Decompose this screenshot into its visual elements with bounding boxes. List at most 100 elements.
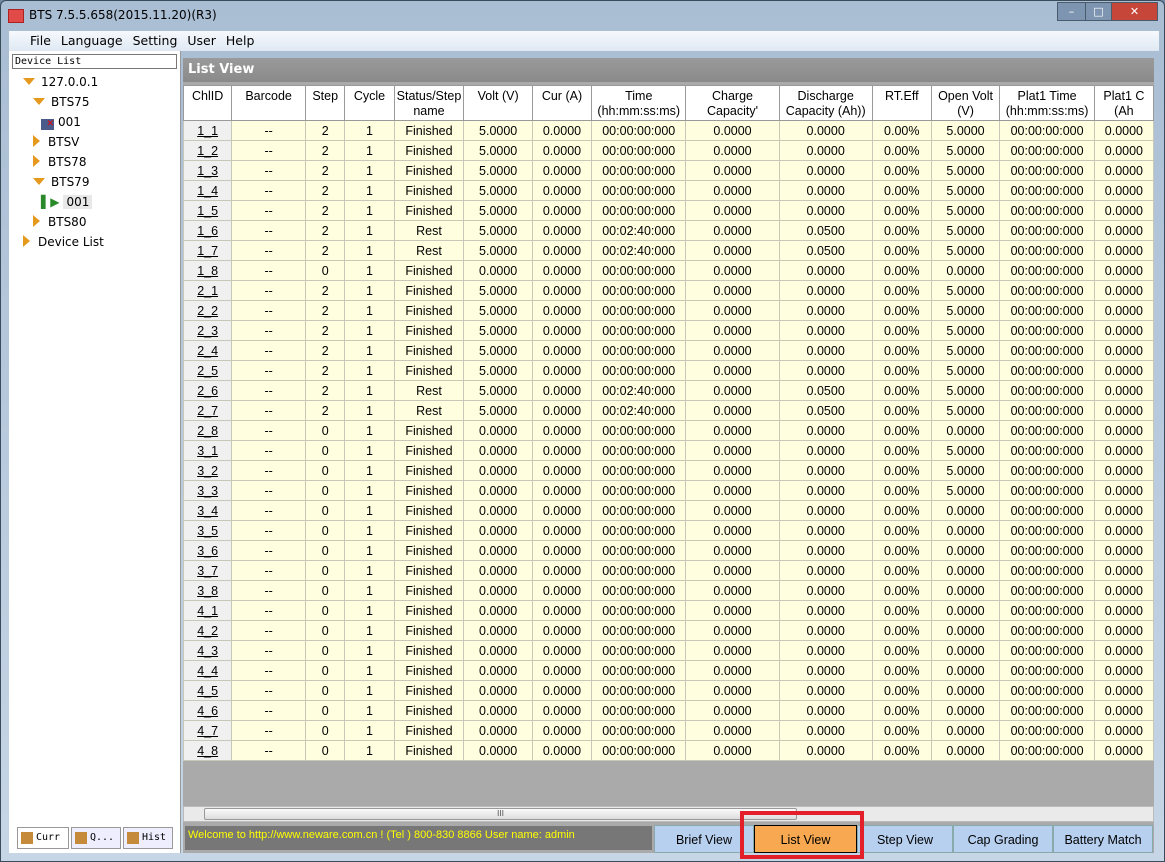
menu-help[interactable]: Help (221, 31, 260, 51)
table-row[interactable]: 2_4 -- 2 1 Finished 5.0000 0.0000 00:00:00:000 0… (183, 340, 1154, 361)
scrollbar-thumb[interactable]: III (204, 808, 797, 820)
table-row[interactable]: 2_3 -- 2 1 Finished 5.0000 0.0000 00:00:00:000 0… (183, 320, 1154, 341)
table-row[interactable]: 4_6 -- 0 1 Finished 0.0000 0.0000 00:00:00:000 0… (183, 700, 1154, 721)
tab-hist[interactable]: Hist (123, 827, 173, 849)
table-row[interactable]: 2_6 -- 2 1 Rest 5.0000 0.0000 00:02:40:000 0.000… (183, 380, 1154, 401)
channel-id-cell[interactable]: 3_1 (183, 440, 233, 461)
channel-id-cell[interactable]: 4_4 (183, 660, 233, 681)
tree-node[interactable]: BTS79 (33, 172, 89, 192)
column-header[interactable]: Cur (A) (531, 85, 593, 121)
channel-id-cell[interactable]: 3_8 (183, 580, 233, 601)
menu-file[interactable]: File (25, 31, 56, 51)
tree-node[interactable]: BTS80 (33, 212, 86, 232)
table-row[interactable]: 4_5 -- 0 1 Finished 0.0000 0.0000 00:00:00:000 0… (183, 680, 1154, 701)
tree-node[interactable]: BTS75 (33, 92, 89, 112)
tab-curr[interactable]: Curr (17, 827, 69, 849)
table-row[interactable]: 4_2 -- 0 1 Finished 0.0000 0.0000 00:00:00:000 0… (183, 620, 1154, 641)
column-header[interactable]: Plat1 C (Ah (1093, 85, 1154, 121)
table-row[interactable]: 1_2 -- 2 1 Finished 5.0000 0.0000 00:00:00:000 0… (183, 140, 1154, 161)
table-row[interactable]: 4_8 -- 0 1 Finished 0.0000 0.0000 00:00:00:000 0… (183, 740, 1154, 761)
tree-node[interactable]: 127.0.0.1 (23, 72, 98, 92)
brief-view-button[interactable]: Brief View (654, 825, 754, 853)
column-header[interactable]: Charge Capacity' (685, 85, 780, 121)
channel-id-cell[interactable]: 3_4 (183, 500, 233, 521)
channel-id-cell[interactable]: 3_7 (183, 560, 233, 581)
channel-id-cell[interactable]: 3_5 (183, 520, 233, 541)
battery-match-button[interactable]: Battery Match (1053, 825, 1153, 853)
table-row[interactable]: 3_2 -- 0 1 Finished 0.0000 0.0000 00:00:00:000 0… (183, 460, 1154, 481)
channel-id-cell[interactable]: 2_6 (183, 380, 233, 401)
step-view-button[interactable]: Step View (857, 825, 953, 853)
channel-id-cell[interactable]: 2_1 (183, 280, 233, 301)
menu-user[interactable]: User (182, 31, 221, 51)
table-row[interactable]: 4_1 -- 0 1 Finished 0.0000 0.0000 00:00:00:000 0… (183, 600, 1154, 621)
channel-id-cell[interactable]: 2_7 (183, 400, 233, 421)
channel-id-cell[interactable]: 2_8 (183, 420, 233, 441)
channel-id-cell[interactable]: 1_6 (183, 220, 233, 241)
channel-id-cell[interactable]: 4_2 (183, 620, 233, 641)
table-row[interactable]: 3_3 -- 0 1 Finished 0.0000 0.0000 00:00:00:000 0… (183, 480, 1154, 501)
table-row[interactable]: 1_8 -- 0 1 Finished 0.0000 0.0000 00:00:00:000 0… (183, 260, 1154, 281)
column-header[interactable]: Barcode (231, 85, 306, 121)
table-row[interactable]: 1_3 -- 2 1 Finished 5.0000 0.0000 00:00:00:000 0… (183, 160, 1154, 181)
table-row[interactable]: 4_7 -- 0 1 Finished 0.0000 0.0000 00:00:00:000 0… (183, 720, 1154, 741)
column-header[interactable]: Cycle (344, 85, 395, 121)
channel-id-cell[interactable]: 4_5 (183, 680, 233, 701)
minimize-button[interactable]: – (1057, 2, 1086, 21)
table-row[interactable]: 2_5 -- 2 1 Finished 5.0000 0.0000 00:00:00:000 0… (183, 360, 1154, 381)
column-header[interactable]: Status/Step name (393, 85, 465, 121)
column-header[interactable]: Open Volt (V) (930, 85, 1001, 121)
channel-id-cell[interactable]: 1_7 (183, 240, 233, 261)
channel-id-cell[interactable]: 1_2 (183, 140, 233, 161)
table-row[interactable]: 3_1 -- 0 1 Finished 0.0000 0.0000 00:00:00:000 0… (183, 440, 1154, 461)
channel-id-cell[interactable]: 4_6 (183, 700, 233, 721)
channel-id-cell[interactable]: 2_3 (183, 320, 233, 341)
table-row[interactable]: 1_5 -- 2 1 Finished 5.0000 0.0000 00:00:00:000 0… (183, 200, 1154, 221)
channel-id-cell[interactable]: 4_8 (183, 740, 233, 761)
column-header[interactable]: Plat1 Time (hh:mm:ss:ms) (999, 85, 1095, 121)
table-row[interactable]: 3_6 -- 0 1 Finished 0.0000 0.0000 00:00:00:000 0… (183, 540, 1154, 561)
table-row[interactable]: 3_5 -- 0 1 Finished 0.0000 0.0000 00:00:00:000 0… (183, 520, 1154, 541)
channel-id-cell[interactable]: 1_3 (183, 160, 233, 181)
close-button[interactable]: ✕ (1111, 2, 1158, 21)
table-row[interactable]: 3_4 -- 0 1 Finished 0.0000 0.0000 00:00:00:000 0… (183, 500, 1154, 521)
channel-id-cell[interactable]: 3_2 (183, 460, 233, 481)
channel-id-cell[interactable]: 2_5 (183, 360, 233, 381)
table-row[interactable]: 3_7 -- 0 1 Finished 0.0000 0.0000 00:00:00:000 0… (183, 560, 1154, 581)
tree-node[interactable]: ✕ 001 (41, 112, 81, 132)
table-row[interactable]: 1_4 -- 2 1 Finished 5.0000 0.0000 00:00:00:000 0… (183, 180, 1154, 201)
table-row[interactable]: 1_7 -- 2 1 Rest 5.0000 0.0000 00:02:40:000 0.000… (183, 240, 1154, 261)
channel-id-cell[interactable]: 1_1 (183, 120, 233, 141)
column-header[interactable]: Time (hh:mm:ss:ms) (590, 85, 687, 121)
menu-language[interactable]: Language (56, 31, 128, 51)
channel-id-cell[interactable]: 2_4 (183, 340, 233, 361)
column-header[interactable]: Volt (V) (463, 85, 533, 121)
channel-id-cell[interactable]: 1_5 (183, 200, 233, 221)
horizontal-scrollbar[interactable]: III (183, 806, 1154, 822)
table-row[interactable]: 4_4 -- 0 1 Finished 0.0000 0.0000 00:00:00:000 0… (183, 660, 1154, 681)
column-header[interactable]: Step (304, 85, 346, 121)
table-row[interactable]: 1_6 -- 2 1 Rest 5.0000 0.0000 00:02:40:000 0.000… (183, 220, 1154, 241)
tree-node[interactable]: BTS78 (33, 152, 86, 172)
channel-id-cell[interactable]: 1_4 (183, 180, 233, 201)
table-row[interactable]: 3_8 -- 0 1 Finished 0.0000 0.0000 00:00:00:000 0… (183, 580, 1154, 601)
tree-node[interactable]: BTSV (33, 132, 79, 152)
table-row[interactable]: 4_3 -- 0 1 Finished 0.0000 0.0000 00:00:00:000 0… (183, 640, 1154, 661)
channel-id-cell[interactable]: 3_3 (183, 480, 233, 501)
tree-node[interactable]: ▌▶ 001 (41, 192, 93, 212)
column-header[interactable]: RT.Eff (871, 85, 932, 121)
menu-setting[interactable]: Setting (128, 31, 183, 51)
tab-query[interactable]: Q... (71, 827, 121, 849)
cap-grading-button[interactable]: Cap Grading (953, 825, 1053, 853)
channel-id-cell[interactable]: 3_6 (183, 540, 233, 561)
channel-id-cell[interactable]: 2_2 (183, 300, 233, 321)
tree-node[interactable]: Device List (23, 232, 104, 252)
channel-id-cell[interactable]: 4_7 (183, 720, 233, 741)
table-row[interactable]: 2_2 -- 2 1 Finished 5.0000 0.0000 00:00:00:000 0… (183, 300, 1154, 321)
table-row[interactable]: 1_1 -- 2 1 Finished 5.0000 0.0000 00:00:00:000 0… (183, 120, 1154, 141)
channel-id-cell[interactable]: 4_3 (183, 640, 233, 661)
channel-id-cell[interactable]: 4_1 (183, 600, 233, 621)
channel-id-cell[interactable]: 1_8 (183, 260, 233, 281)
column-header[interactable]: ChlID (183, 85, 233, 121)
table-row[interactable]: 2_8 -- 0 1 Finished 0.0000 0.0000 00:00:00:000 0… (183, 420, 1154, 441)
